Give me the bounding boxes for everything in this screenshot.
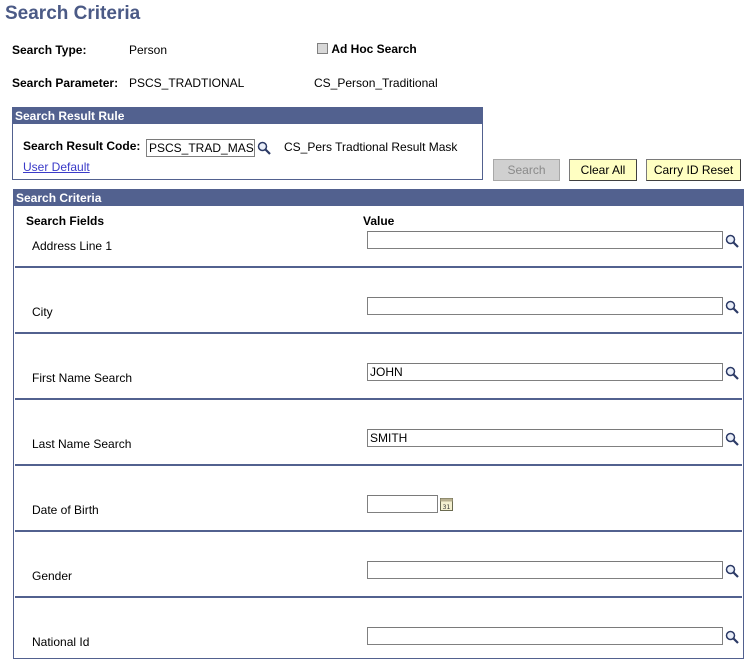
- search-result-code-description: CS_Pers Tradtional Result Mask: [284, 140, 458, 154]
- search-fields-column-header: Search Fields: [26, 214, 105, 228]
- search-button[interactable]: Search: [493, 159, 560, 181]
- search-parameter-value: PSCS_TRADTIONAL: [129, 76, 245, 90]
- date-of-birth-input[interactable]: [367, 495, 438, 513]
- search-parameter-description: CS_Person_Traditional: [314, 76, 438, 90]
- row-divider: [15, 596, 742, 598]
- checkbox-box[interactable]: [317, 43, 328, 54]
- row-divider: [15, 530, 742, 532]
- row-divider: [15, 332, 742, 334]
- search-icon[interactable]: [257, 141, 271, 155]
- search-type-value: Person: [129, 43, 168, 57]
- value-column-header: Value: [363, 214, 395, 228]
- field-label-first-name-search: First Name Search: [32, 371, 133, 385]
- row-divider: [15, 266, 742, 268]
- clear-all-button[interactable]: Clear All: [569, 159, 637, 181]
- address-line-1-input[interactable]: [367, 231, 723, 249]
- search-icon[interactable]: [725, 630, 739, 644]
- national-id-input[interactable]: [367, 627, 723, 645]
- user-default-link[interactable]: User Default: [23, 160, 90, 174]
- calendar-icon[interactable]: [440, 497, 453, 511]
- carry-id-reset-button[interactable]: Carry ID Reset: [646, 159, 741, 181]
- field-label-national-id: National Id: [32, 635, 90, 649]
- first-name-search-input[interactable]: JOHN: [367, 363, 723, 381]
- field-label-address-line-1: Address Line 1: [32, 239, 113, 253]
- search-icon[interactable]: [725, 234, 739, 248]
- search-criteria-header: Search Criteria: [14, 190, 743, 206]
- search-parameter-label: Search Parameter:: [12, 76, 119, 90]
- row-divider: [15, 398, 742, 400]
- search-result-code-label: Search Result Code:: [23, 139, 141, 153]
- page-title: Search Criteria: [5, 3, 141, 24]
- field-label-gender: Gender: [32, 569, 73, 583]
- search-icon[interactable]: [725, 564, 739, 578]
- field-label-city: City: [32, 305, 53, 319]
- search-type-label: Search Type:: [12, 43, 87, 57]
- search-result-rule-header: Search Result Rule: [13, 108, 482, 124]
- search-result-code-input[interactable]: PSCS_TRAD_MASK: [146, 139, 255, 157]
- ad-hoc-search-checkbox[interactable]: Ad Hoc Search: [317, 42, 417, 57]
- search-icon[interactable]: [725, 366, 739, 380]
- search-icon[interactable]: [725, 432, 739, 446]
- field-label-date-of-birth: Date of Birth: [32, 503, 99, 517]
- last-name-search-input[interactable]: SMITH: [367, 429, 723, 447]
- search-icon[interactable]: [725, 300, 739, 314]
- field-label-last-name-search: Last Name Search: [32, 437, 132, 451]
- gender-input[interactable]: [367, 561, 723, 579]
- city-input[interactable]: [367, 297, 723, 315]
- row-divider: [15, 464, 742, 466]
- ad-hoc-search-label: Ad Hoc Search: [331, 42, 417, 56]
- search-criteria-box: Search Criteria: [13, 189, 744, 659]
